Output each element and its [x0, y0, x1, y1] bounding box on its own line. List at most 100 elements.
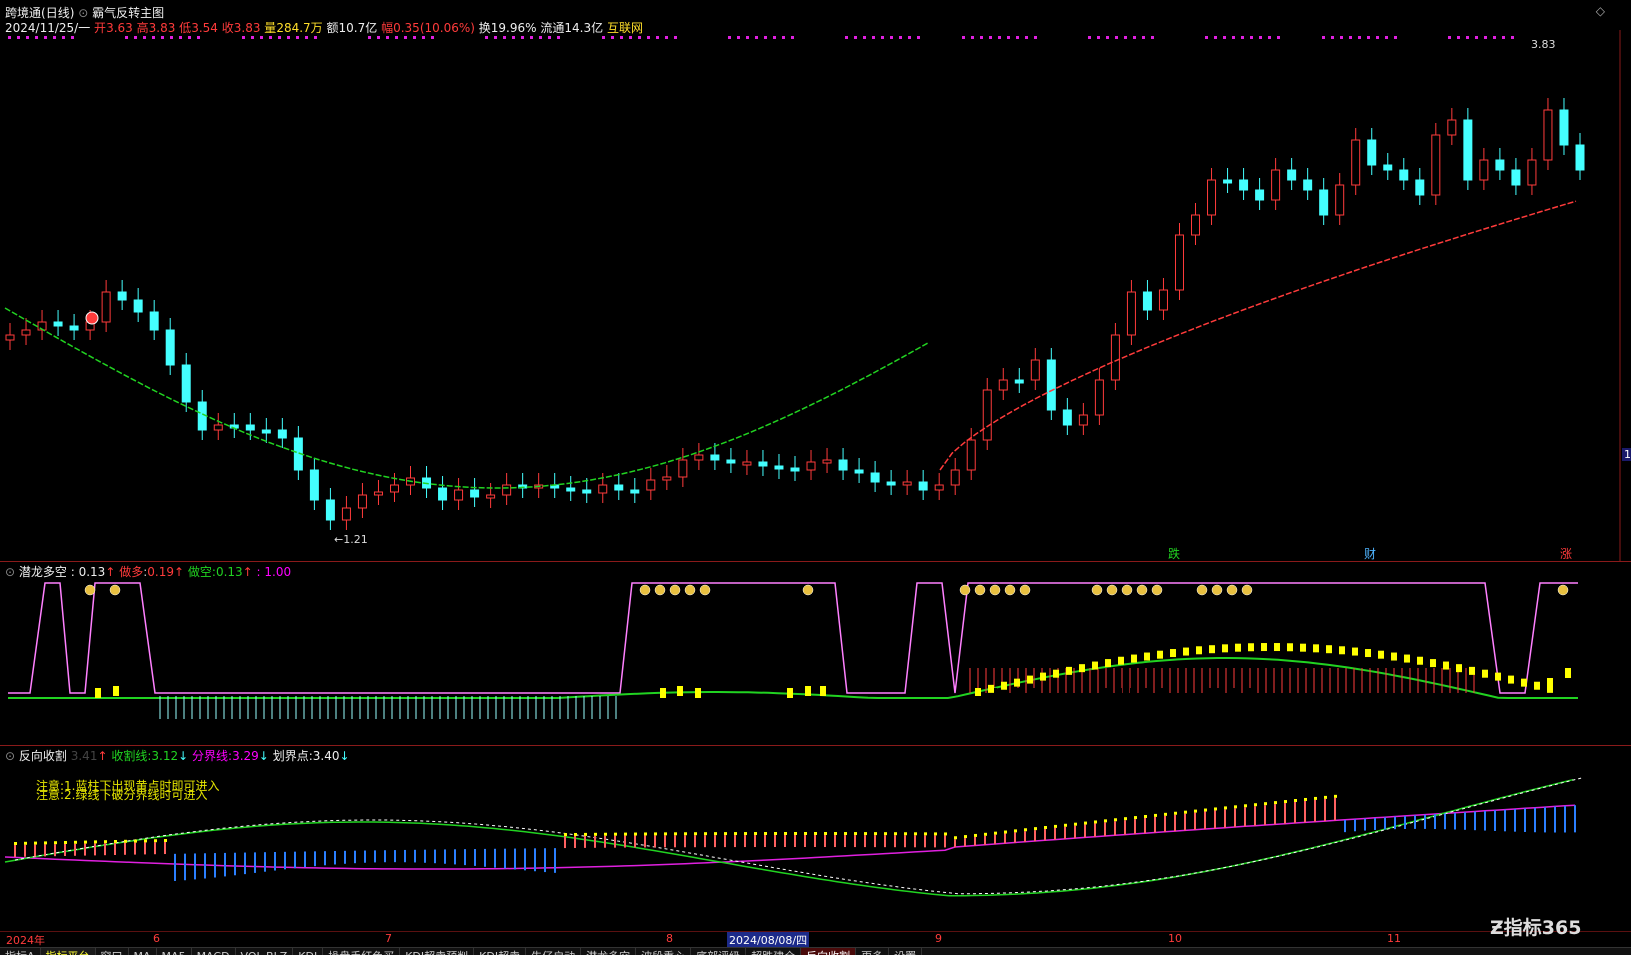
signal-dot [251, 36, 254, 39]
indicator-dropdown-icon[interactable]: ⊙ [78, 6, 88, 20]
money-bag-icon [1004, 584, 1016, 596]
yellow-bar [1339, 646, 1345, 655]
yellow-bar [1404, 654, 1410, 663]
panel3-chart[interactable] [0, 762, 1631, 932]
yellow-bar [820, 686, 826, 696]
signal-dot [1484, 36, 1487, 39]
indicator-name[interactable]: 霸气反转主图 [92, 6, 164, 20]
money-bag-icon [974, 584, 986, 596]
panel2-v1: : 0.13 [70, 565, 106, 579]
kline-candle [117, 291, 127, 301]
collapse-icon[interactable]: ◇ [1596, 4, 1605, 18]
signal-dot [125, 36, 128, 39]
x-label-year: 2024年 [6, 934, 45, 947]
yellow-bar [975, 688, 981, 696]
kline-candle [1495, 159, 1505, 171]
yellow-dot [1294, 799, 1297, 803]
yellow-bar [1495, 672, 1501, 681]
kline-candle [1110, 334, 1120, 381]
signal-dot [1367, 36, 1370, 39]
money-bag-icon [1136, 584, 1148, 596]
yellow-dot [1304, 797, 1307, 801]
yellow-bar [1352, 647, 1358, 656]
red-volume-bar [1245, 688, 1252, 738]
watermark-logo-icon: Ƶ [1490, 917, 1504, 939]
panel3-dropdown-icon[interactable]: ⊙ [5, 749, 15, 763]
kline-candle [1351, 139, 1361, 186]
yellow-dot [1054, 824, 1057, 828]
yellow-dot [594, 832, 597, 836]
yellow-bar [1183, 647, 1189, 656]
kline-candle [1511, 169, 1521, 186]
signal-dot [656, 36, 659, 39]
signal-dot [26, 36, 29, 39]
kline-candle [854, 469, 864, 474]
low-marker: ←1.21 [334, 533, 368, 546]
main-kline-chart[interactable] [0, 30, 1631, 562]
yellow-dot [894, 832, 897, 836]
kline-candle [1271, 169, 1281, 201]
down-arrow-icon: ↓ [258, 749, 269, 763]
red-volume-bar [1100, 688, 1107, 703]
signal-dot [512, 36, 515, 39]
kline-candle [1239, 179, 1249, 191]
yellow-dot [864, 832, 867, 836]
signal-dot [971, 36, 974, 39]
yellow-dot [1004, 830, 1007, 834]
signal-dot [773, 36, 776, 39]
money-bag-icon [1196, 584, 1208, 596]
yellow-dot [154, 839, 157, 843]
panel2-l3: 做空 [187, 565, 212, 579]
signal-dot [278, 36, 281, 39]
panel2-chart[interactable] [0, 578, 1631, 746]
signal-dot [962, 36, 965, 39]
yellow-dot [744, 832, 747, 836]
signal-dot [746, 36, 749, 39]
yellow-dot [1114, 818, 1117, 822]
kline-candle [838, 459, 848, 471]
yellow-bar [1391, 652, 1397, 661]
yellow-dot [774, 832, 777, 836]
panel2-dropdown-icon[interactable]: ⊙ [5, 565, 15, 579]
kline-candle [1479, 159, 1489, 181]
signal-dot [665, 36, 668, 39]
yellow-dot [984, 832, 987, 836]
kline-candle [710, 454, 720, 461]
signal-dot [8, 36, 11, 39]
signal-dot [1034, 36, 1037, 39]
panel3-v2: 3.29 [232, 749, 259, 763]
signal-dot [1394, 36, 1397, 39]
panel3-title[interactable]: 反向收割 [19, 749, 67, 763]
panel3-l1: 收割线 [111, 749, 148, 763]
signal-dot [197, 36, 200, 39]
kline-candle [1367, 139, 1377, 166]
watermark-text: 指标365 [1503, 917, 1582, 939]
kline-candle [213, 424, 223, 431]
kline-candle [101, 291, 111, 323]
signal-dot [431, 36, 434, 39]
yellow-dot [84, 840, 87, 844]
signal-dot [62, 36, 65, 39]
yellow-dot [1094, 820, 1097, 824]
signal-dot [548, 36, 551, 39]
panel3-v3: 3.40 [312, 749, 340, 763]
panel2-title[interactable]: 潜龙多空 [19, 565, 67, 579]
kline-candle [1575, 144, 1585, 171]
kline-candle [245, 424, 255, 431]
yellow-dot [704, 832, 707, 836]
signal-dot [1385, 36, 1388, 39]
signal-dot [368, 36, 371, 39]
kline-candle [934, 484, 944, 491]
kline-candle [1142, 291, 1152, 311]
signal-dot [152, 36, 155, 39]
yellow-dot [584, 832, 587, 836]
money-bag-icon [989, 584, 1001, 596]
signal-dot [1340, 36, 1343, 39]
kline-candle [1062, 409, 1072, 426]
red-volume-bar [1145, 688, 1152, 728]
up-arrow-icon: ↑ [97, 749, 108, 763]
signal-dot [287, 36, 290, 39]
x-cursor-date: 2024/08/08/四 [727, 932, 810, 948]
yellow-bar [1027, 675, 1033, 684]
kline-candle [1319, 189, 1329, 216]
